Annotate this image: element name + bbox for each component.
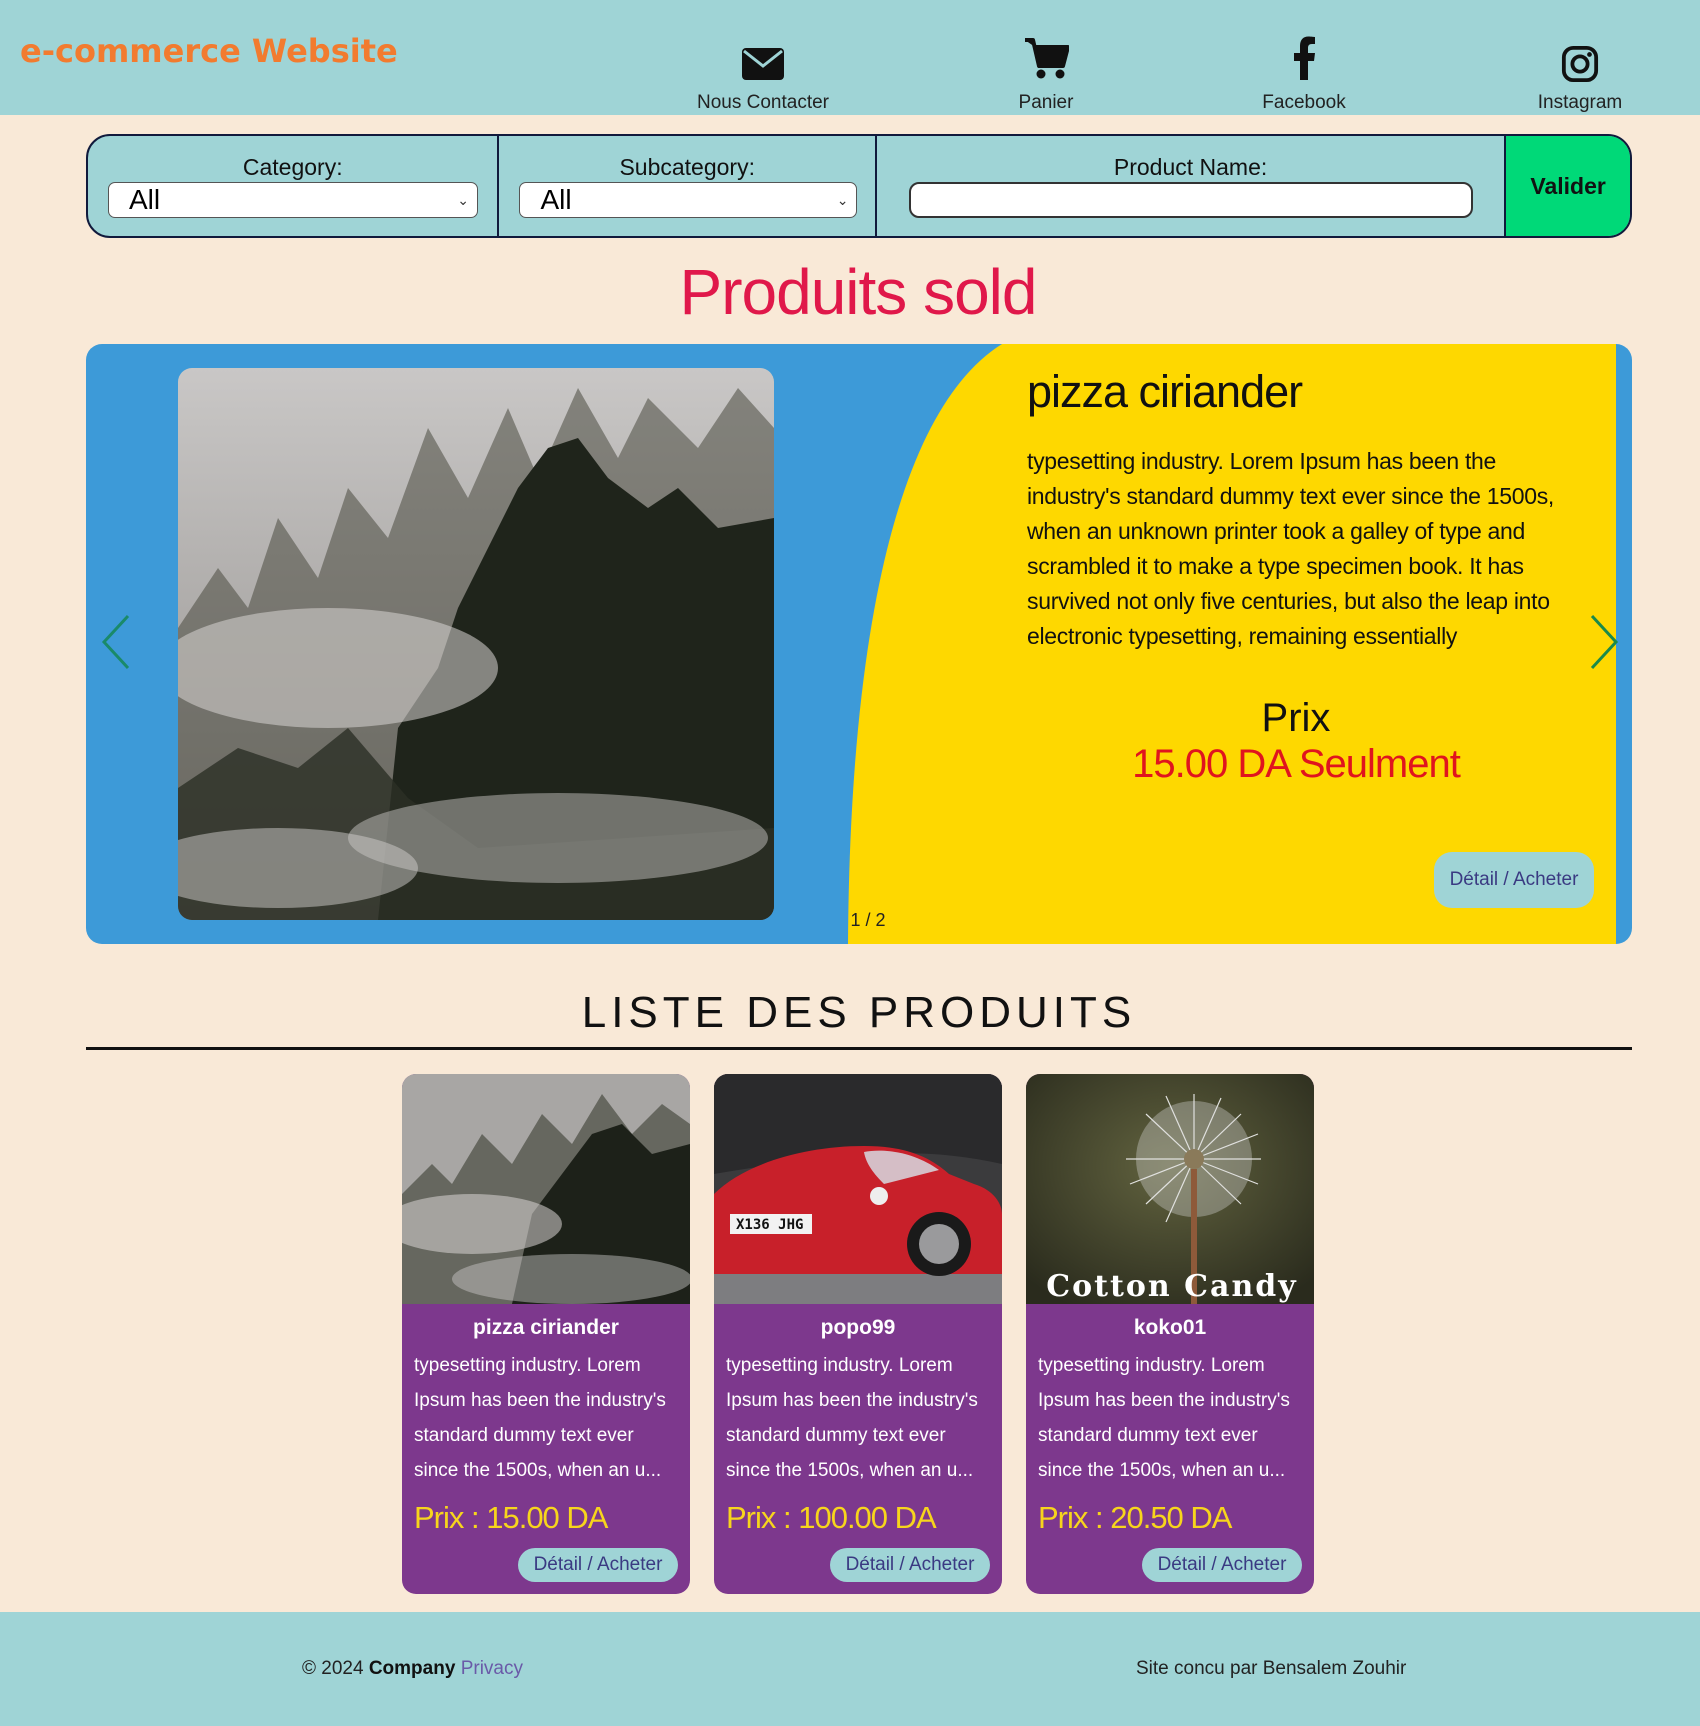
category-select-value: All	[129, 184, 161, 215]
chevron-right-icon	[1590, 614, 1619, 670]
product-list-title: LISTE DES PRODUITS	[581, 988, 1137, 1037]
cotton-candy-caption: Cotton Candy	[1046, 1269, 1297, 1304]
chevron-down-icon: ⌄	[836, 192, 849, 208]
footer-credit: Site concu par Bensalem Zouhir	[1136, 1658, 1407, 1679]
product-name: koko01	[1133, 1316, 1207, 1339]
product-price: Prix : 20.50 DA	[1038, 1500, 1232, 1535]
product-price: Prix : 100.00 DA	[726, 1500, 937, 1535]
product-image: Cotton Candy	[1026, 1074, 1314, 1304]
sold-section-title: Produits sold	[679, 256, 1038, 328]
product-description: typesetting industry. Lorem Ipsum has be…	[1038, 1355, 1290, 1481]
product-name-filter: Product Name:	[877, 136, 1507, 236]
slide-product-description: typesetting industry. Lorem Ipsum has be…	[1027, 448, 1555, 649]
product-description: typesetting industry. Lorem Ipsum has be…	[414, 1355, 666, 1481]
product-card: pizza ciriander typesetting industry. Lo…	[402, 1074, 690, 1594]
nav-facebook[interactable]: Facebook	[1214, 36, 1394, 114]
product-name-input[interactable]	[908, 182, 1473, 218]
instagram-icon	[1490, 36, 1670, 86]
envelope-icon	[673, 36, 853, 86]
subcategory-select[interactable]: All ⌄	[519, 182, 858, 218]
slide-prix-label: Prix	[1261, 696, 1331, 740]
carousel-next-button[interactable]	[1584, 612, 1624, 672]
facebook-icon	[1214, 36, 1394, 86]
slide-product-image	[178, 368, 774, 920]
product-image	[402, 1074, 690, 1304]
slide-product-name: pizza ciriander	[1027, 366, 1303, 417]
site-footer: © 2024 Company Privacy Site concu par Be…	[0, 1612, 1700, 1726]
product-detail-button[interactable]: Détail / Acheter	[830, 1548, 990, 1582]
site-header: e-commerce Website Nous Contacter Panier…	[0, 0, 1700, 115]
product-detail-button[interactable]: Détail / Acheter	[1142, 1548, 1302, 1582]
search-filter-bar: Category: All ⌄ Subcategory: All ⌄ Produ…	[86, 134, 1632, 238]
category-label: Category:	[242, 154, 343, 180]
footer-company: Company	[368, 1658, 456, 1679]
subcategory-select-value: All	[540, 184, 572, 215]
sold-carousel: pizza ciriander typesetting industry. Lo…	[86, 344, 1632, 944]
valider-button[interactable]: Valider	[1506, 136, 1630, 236]
section-divider	[86, 1047, 1632, 1050]
carousel-counter: 1 / 2	[850, 910, 886, 930]
product-image: X136 JHG	[714, 1074, 1002, 1304]
svg-text:X136 JHG: X136 JHG	[736, 1217, 803, 1233]
product-price: Prix : 15.00 DA	[414, 1500, 608, 1535]
brand-logo[interactable]: e-commerce Website	[20, 32, 398, 70]
cart-icon	[956, 36, 1136, 86]
privacy-link[interactable]: Privacy	[461, 1658, 523, 1679]
subcategory-filter: Subcategory: All ⌄	[499, 136, 877, 236]
nav-contact[interactable]: Nous Contacter	[673, 36, 853, 114]
nav-facebook-label: Facebook	[1262, 92, 1346, 113]
nav-contact-label: Nous Contacter	[696, 92, 829, 113]
nav-instagram[interactable]: Instagram	[1490, 36, 1670, 114]
nav-instagram-label: Instagram	[1537, 92, 1623, 113]
slide-detail-button[interactable]: Détail / Acheter	[1434, 852, 1594, 908]
product-description: typesetting industry. Lorem Ipsum has be…	[726, 1355, 978, 1481]
nav-cart-label: Panier	[1018, 92, 1074, 113]
product-name: pizza ciriander	[473, 1316, 619, 1339]
chevron-down-icon: ⌄	[457, 192, 469, 208]
category-filter: Category: All ⌄	[88, 136, 500, 236]
slide-price: 15.00 DA Seulment	[1132, 742, 1461, 786]
chevron-left-icon	[101, 614, 130, 670]
product-name-label: Product Name:	[1113, 154, 1268, 180]
nav-cart[interactable]: Panier	[956, 36, 1136, 114]
product-name: popo99	[820, 1316, 896, 1339]
subcategory-label: Subcategory:	[619, 154, 755, 180]
category-select[interactable]: All ⌄	[108, 182, 478, 218]
copyright-text: © 2024	[302, 1658, 364, 1679]
footer-copyright: © 2024 Company Privacy	[302, 1658, 523, 1680]
product-card: Cotton Candy koko01 typesetting industry…	[1026, 1074, 1314, 1594]
carousel-prev-button[interactable]	[98, 612, 138, 672]
product-detail-button[interactable]: Détail / Acheter	[518, 1548, 678, 1582]
product-card: X136 JHG popo99 typesetting industry. Lo…	[714, 1074, 1002, 1594]
